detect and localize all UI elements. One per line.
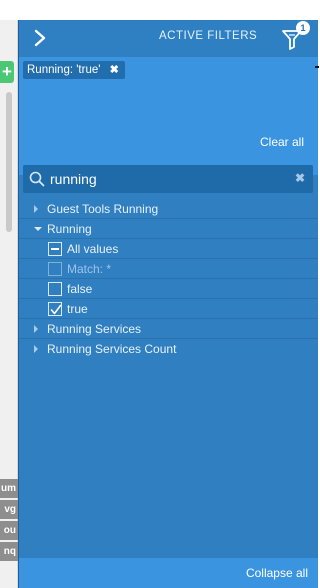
caret-down-icon[interactable] xyxy=(34,227,42,231)
option-match-wildcard: Match: * xyxy=(19,259,318,279)
truncated-label[interactable]: ou xyxy=(0,521,18,540)
truncated-label-list: um vg ou nq xyxy=(0,479,18,563)
search-input[interactable] xyxy=(50,168,280,190)
caret-right-icon[interactable] xyxy=(34,205,38,213)
option-label: Match: * xyxy=(67,262,112,276)
filter-count-badge: 1 xyxy=(296,21,310,35)
caret-right-icon[interactable] xyxy=(34,345,38,353)
search-icon xyxy=(29,171,45,187)
tree-item-running-services-count[interactable]: Running Services Count xyxy=(19,339,318,359)
filter-tree: Guest Tools Running Running All values M… xyxy=(19,199,318,359)
tree-item-label: Running Services Count xyxy=(47,342,177,356)
panel-header: ACTIVE FILTERS 1 xyxy=(19,20,318,56)
disabled-checkbox xyxy=(48,262,62,276)
minus-icon xyxy=(51,248,59,250)
close-icon[interactable]: ✖ xyxy=(110,61,119,79)
option-false[interactable]: false xyxy=(19,279,318,299)
filter-search-box: ✖ xyxy=(23,165,313,193)
option-label: All values xyxy=(67,242,119,256)
top-gap xyxy=(0,0,20,20)
option-true[interactable]: true xyxy=(19,299,318,319)
truncated-label[interactable]: nq xyxy=(0,542,18,561)
tree-item-label: Running xyxy=(47,222,92,236)
caret-right-icon[interactable] xyxy=(34,325,38,333)
add-button[interactable]: + xyxy=(0,61,14,83)
clear-search-icon[interactable]: ✖ xyxy=(295,171,305,185)
tree-item-label: Running Services xyxy=(47,322,142,336)
background-app-strip: + um vg ou nq xyxy=(0,0,20,588)
unchecked-checkbox[interactable] xyxy=(48,282,62,296)
active-filter-chips: Running: 'true' ✖ Clear all xyxy=(19,57,318,175)
option-label: false xyxy=(67,282,93,296)
collapse-all-link[interactable]: Collapse all xyxy=(246,566,308,580)
scrollbar[interactable] xyxy=(6,92,12,232)
partial-checkbox[interactable] xyxy=(48,242,62,256)
checkmark-icon xyxy=(50,304,62,315)
clear-all-link[interactable]: Clear all xyxy=(260,135,304,149)
active-filters-panel: ACTIVE FILTERS 1 Running: 'true' ✖ Clear… xyxy=(19,20,318,588)
truncated-label[interactable]: um xyxy=(0,479,18,498)
edge-marker xyxy=(315,66,319,68)
tree-item-guest-tools-running[interactable]: Guest Tools Running xyxy=(19,199,318,219)
chevron-right-icon[interactable] xyxy=(31,28,49,48)
filter-chip-running[interactable]: Running: 'true' ✖ xyxy=(23,61,125,79)
tree-item-running-services[interactable]: Running Services xyxy=(19,319,318,339)
panel-footer: Collapse all xyxy=(19,558,318,588)
truncated-label[interactable]: vg xyxy=(0,500,18,519)
panel-title: ACTIVE FILTERS xyxy=(159,30,258,42)
option-all-values[interactable]: All values xyxy=(19,239,318,259)
checked-checkbox[interactable] xyxy=(48,302,62,316)
tree-item-label: Guest Tools Running xyxy=(47,202,159,216)
tree-item-running[interactable]: Running xyxy=(19,219,318,239)
filter-chip-label: Running: 'true' xyxy=(27,64,101,76)
option-label: true xyxy=(67,302,88,316)
